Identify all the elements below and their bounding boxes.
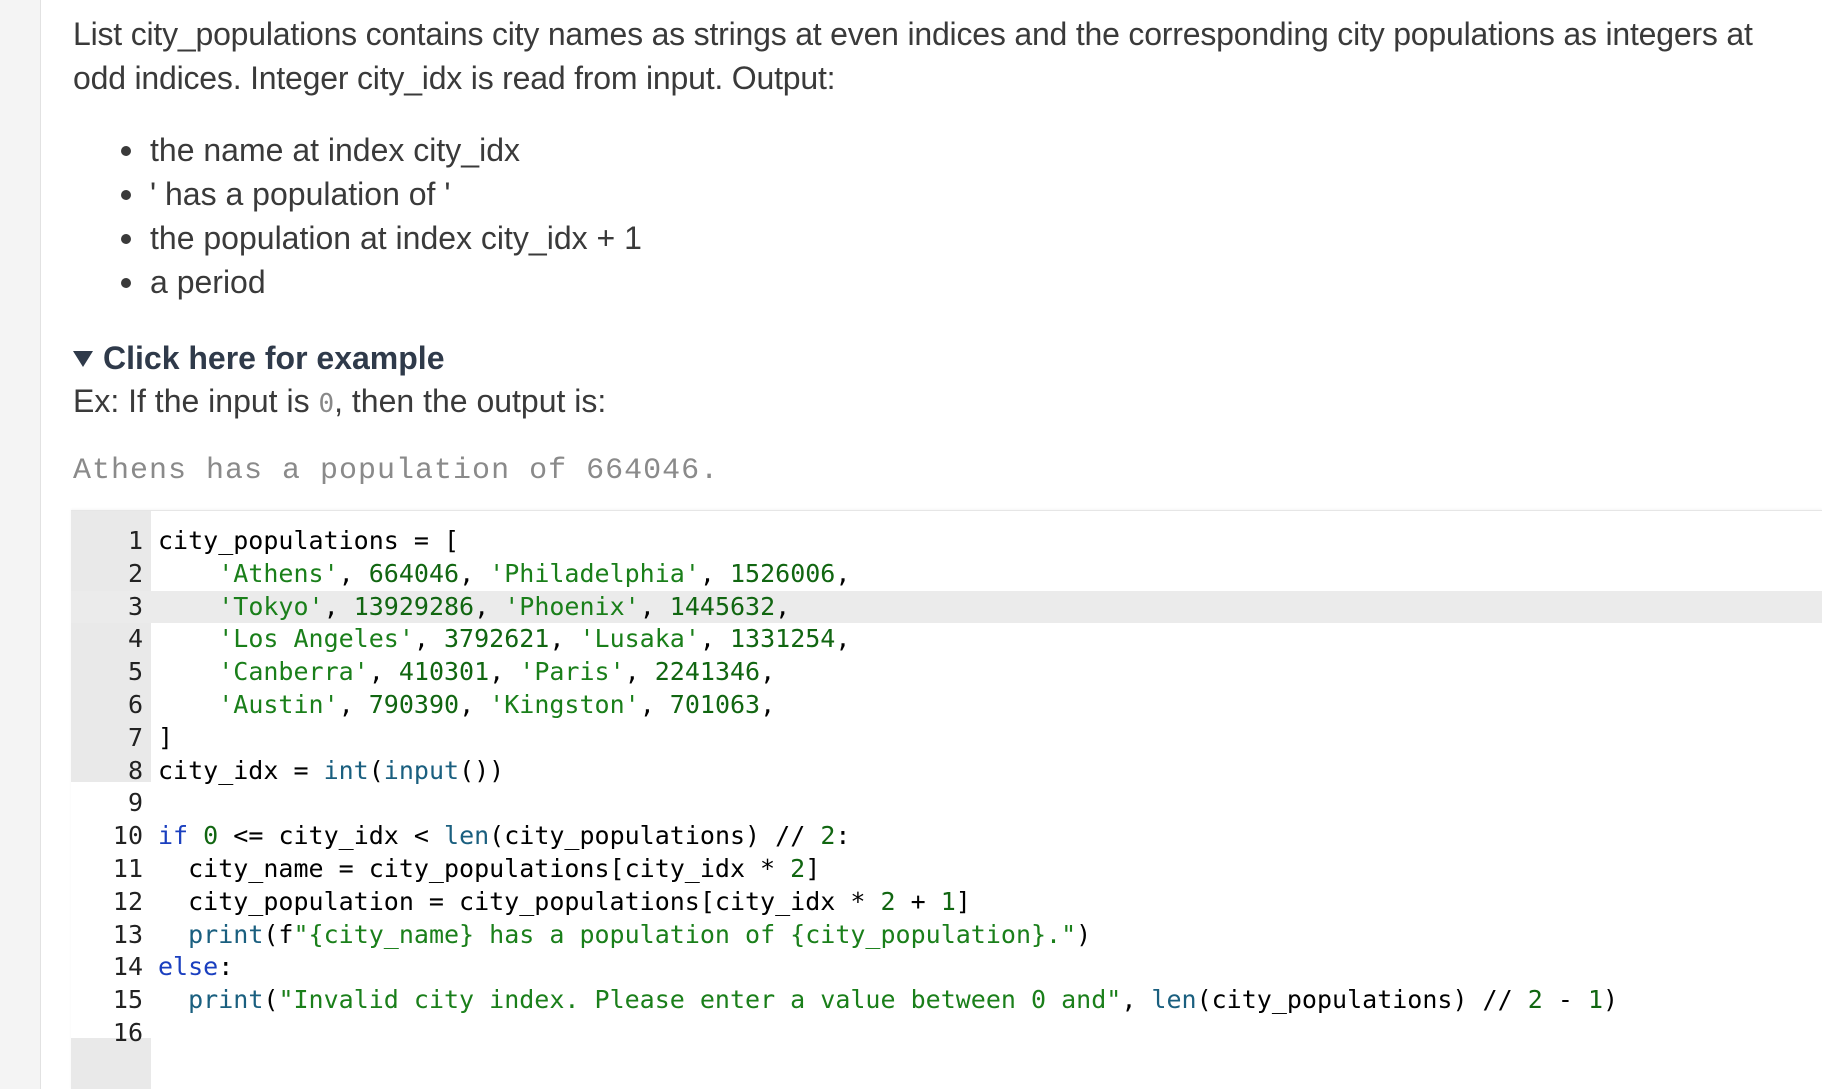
line-number: 8 <box>127 755 143 785</box>
line-number: 15 <box>112 985 143 1015</box>
code-line[interactable]: 10 if 0 <= city_idx < len(city_population… <box>71 820 1822 853</box>
code-editor[interactable]: 1 city_populations = [2 'Athens', 664046,… <box>71 510 1822 1089</box>
code-line[interactable]: 3 'Tokyo', 13929286, 'Phoenix', 1445632, <box>71 590 1822 624</box>
code-text[interactable]: print(f"{city_name} has a population of … <box>158 919 1091 952</box>
example-input-value: 0 <box>318 389 335 419</box>
code-text[interactable]: city_population = city_populations[city_… <box>158 886 971 919</box>
code-lines[interactable]: 1 city_populations = [2 'Athens', 664046,… <box>71 525 1822 1050</box>
line-number: 11 <box>112 853 143 883</box>
code-line[interactable]: 7] <box>71 722 1822 755</box>
example-toggle-label: Click here for example <box>103 340 445 376</box>
code-line[interactable]: 11 city_name = city_populations[city_idx… <box>71 853 1822 886</box>
code-text[interactable]: 'Canberra', 410301, 'Paris', 2241346, <box>158 656 775 689</box>
output-requirements-list: the name at index city_idx ' has a popul… <box>73 128 642 304</box>
code-line[interactable]: 14 else: <box>71 951 1822 984</box>
line-number: 6 <box>127 689 143 719</box>
line-number: 7 <box>127 722 143 752</box>
code-text[interactable]: else: <box>158 951 233 984</box>
code-line[interactable]: 2 'Athens', 664046, 'Philadelphia', 1526… <box>71 558 1822 591</box>
bullet-icon <box>121 278 131 288</box>
line-number: 5 <box>127 657 143 687</box>
line-number: 9 <box>127 788 143 818</box>
code-text[interactable]: if 0 <= city_idx < len(city_populations)… <box>158 820 850 853</box>
triangle-down-icon <box>73 350 93 367</box>
code-text[interactable]: city_idx = int(input()) <box>158 755 504 788</box>
line-number: 12 <box>112 886 143 916</box>
example-output: Athens has a population of 664046. <box>73 454 720 488</box>
bullet-icon <box>121 190 131 200</box>
code-line[interactable]: 1 city_populations = [ <box>71 525 1822 558</box>
line-number: 14 <box>112 952 143 982</box>
code-line[interactable]: 12 city_population = city_populations[ci… <box>71 886 1822 919</box>
left-margin <box>0 0 41 1089</box>
line-number: 10 <box>112 821 143 851</box>
code-line[interactable]: 6 'Austin', 790390, 'Kingston', 701063, <box>71 689 1822 722</box>
code-line[interactable]: 16 <box>71 1017 1822 1050</box>
code-text[interactable]: city_populations = [ <box>158 525 459 558</box>
list-item: the name at index city_idx <box>73 128 642 172</box>
line-number: 2 <box>127 558 143 588</box>
line-number: 13 <box>112 919 143 949</box>
line-number: 4 <box>127 624 143 654</box>
example-toggle[interactable]: Click here for example <box>73 336 444 380</box>
code-text[interactable]: 'Tokyo', 13929286, 'Phoenix', 1445632, <box>158 591 790 624</box>
code-text[interactable]: 'Los Angeles', 3792621, 'Lusaka', 133125… <box>158 623 850 656</box>
bullet-icon <box>121 146 131 156</box>
bullet-icon <box>121 234 131 244</box>
line-number: 1 <box>127 526 143 555</box>
list-item: the population at index city_idx + 1 <box>73 216 642 260</box>
code-line[interactable]: 5 'Canberra', 410301, 'Paris', 2241346, <box>71 656 1822 689</box>
code-line[interactable]: 8 city_idx = int(input()) <box>71 755 1822 788</box>
example-intro: Ex: If the input is 0, then the output i… <box>73 383 607 419</box>
code-text[interactable]: city_name = city_populations[city_idx * … <box>158 853 820 886</box>
code-line[interactable]: 15 print("Invalid city index. Please ent… <box>71 984 1822 1017</box>
code-line[interactable]: 4 'Los Angeles', 3792621, 'Lusaka', 1331… <box>71 623 1822 656</box>
code-line[interactable]: 9 <box>71 787 1822 820</box>
code-text[interactable]: print("Invalid city index. Please enter … <box>158 984 1618 1017</box>
line-number: 3 <box>127 591 143 621</box>
line-number: 16 <box>112 1017 143 1047</box>
code-text[interactable]: 'Athens', 664046, 'Philadelphia', 152600… <box>158 558 850 591</box>
content-panel: List city_populations contains city name… <box>41 0 1822 1089</box>
code-text[interactable]: 'Austin', 790390, 'Kingston', 701063, <box>158 689 775 722</box>
list-item: a period <box>73 260 642 304</box>
page: List city_populations contains city name… <box>0 0 1822 1089</box>
code-text[interactable]: ] <box>158 722 173 755</box>
problem-description: List city_populations contains city name… <box>73 16 1753 96</box>
code-line[interactable]: 13 print(f"{city_name} has a population … <box>71 919 1822 952</box>
list-item: ' has a population of ' <box>73 172 642 216</box>
